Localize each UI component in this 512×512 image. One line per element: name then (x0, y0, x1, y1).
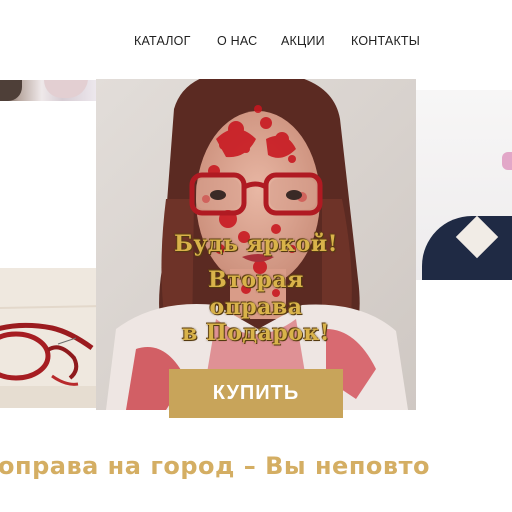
slide-photo-top-left (0, 80, 104, 101)
nav-item-about[interactable]: О НАС (217, 34, 257, 48)
marquee-text: оправа на город – Вы неповто (0, 452, 430, 480)
nav-item-catalog[interactable]: КАТАЛОГ (134, 34, 191, 48)
nav-item-contacts[interactable]: КОНТАКТЫ (351, 34, 420, 48)
promo-line-2: Вторая (208, 267, 304, 293)
slide-photo-right (408, 90, 512, 280)
main-nav: КАТАЛОГ О НАС АКЦИИ КОНТАКТЫ (0, 0, 512, 80)
hero-banner: Будь яркой! Вторая оправа в Подарок! (96, 79, 416, 410)
promo-line-1: Будь яркой! (174, 231, 338, 257)
buy-button[interactable]: КУПИТЬ (169, 369, 343, 418)
promo-line-3: оправа (209, 294, 303, 320)
promo-line-4: в Подарок! (182, 320, 330, 346)
slide-photo-glasses (0, 268, 104, 408)
nav-item-promotions[interactable]: АКЦИИ (281, 34, 325, 48)
